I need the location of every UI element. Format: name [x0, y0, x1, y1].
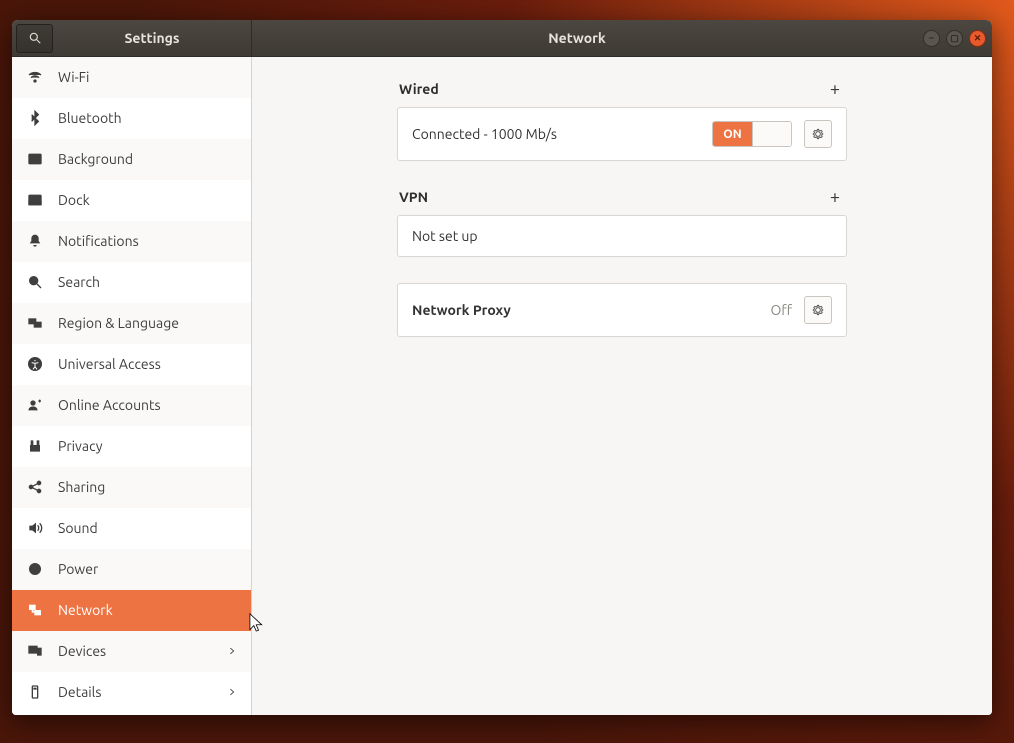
close-button[interactable]: ✕ — [969, 30, 986, 47]
maximize-button[interactable]: ▢ — [946, 30, 963, 47]
add-vpn-button[interactable]: + — [825, 187, 845, 207]
background-icon — [26, 151, 44, 167]
sidebar-item-notifications[interactable]: Notifications — [12, 221, 251, 262]
wired-status: Connected - 1000 Mb/s — [412, 126, 557, 142]
wired-settings-button[interactable] — [804, 120, 832, 148]
proxy-title: Network Proxy — [412, 302, 511, 318]
wired-row[interactable]: Connected - 1000 Mb/s ON — [398, 108, 846, 160]
sidebar-item-label: Region & Language — [58, 315, 179, 331]
vpn-status: Not set up — [412, 228, 478, 244]
bell-icon — [26, 233, 44, 249]
wired-section: Wired + Connected - 1000 Mb/s ON — [397, 79, 847, 161]
maximize-icon: ▢ — [950, 34, 959, 43]
search-button[interactable] — [16, 24, 53, 53]
devices-icon — [26, 643, 44, 659]
sidebar-item-label: Background — [58, 151, 133, 167]
minimize-icon: – — [929, 34, 934, 43]
wired-title: Wired — [399, 81, 439, 97]
wired-card: Connected - 1000 Mb/s ON — [397, 107, 847, 161]
window-body: Wi-Fi Bluetooth Background Dock Notifica… — [12, 57, 992, 715]
sidebar-item-region-language[interactable]: Region & Language — [12, 303, 251, 344]
chevron-right-icon — [227, 643, 237, 659]
proxy-card: Network Proxy Off — [397, 283, 847, 337]
wifi-icon — [26, 69, 44, 85]
sidebar-item-label: Universal Access — [58, 356, 161, 372]
sidebar-item-label: Online Accounts — [58, 397, 161, 413]
toggle-on-label: ON — [713, 122, 752, 146]
proxy-status: Off — [770, 302, 792, 318]
sidebar-item-online-accounts[interactable]: Online Accounts — [12, 385, 251, 426]
sidebar-item-label: Dock — [58, 192, 90, 208]
network-icon — [26, 602, 44, 618]
privacy-icon — [26, 438, 44, 454]
vpn-row[interactable]: Not set up — [398, 216, 846, 256]
proxy-settings-button[interactable] — [804, 296, 832, 324]
page-title: Network — [252, 30, 902, 46]
settings-window: Settings Network – ▢ ✕ Wi-Fi Bluetooth B… — [12, 20, 992, 715]
sidebar-item-label: Power — [58, 561, 98, 577]
sidebar-item-wifi[interactable]: Wi-Fi — [12, 57, 251, 98]
sidebar-item-search[interactable]: Search — [12, 262, 251, 303]
vpn-section: VPN + Not set up — [397, 187, 847, 257]
sidebar-item-label: Privacy — [58, 438, 102, 454]
sidebar-item-network[interactable]: Network — [12, 590, 251, 631]
details-icon — [26, 684, 44, 700]
sidebar-item-label: Wi-Fi — [58, 69, 89, 85]
titlebar: Settings Network – ▢ ✕ — [12, 20, 992, 57]
gear-icon — [811, 127, 825, 141]
proxy-section: Network Proxy Off — [397, 283, 847, 337]
sidebar-item-label: Bluetooth — [58, 110, 122, 126]
search-icon — [28, 31, 42, 45]
content-area: Wired + Connected - 1000 Mb/s ON — [252, 57, 992, 715]
wired-toggle[interactable]: ON — [712, 121, 792, 147]
sidebar-item-bluetooth[interactable]: Bluetooth — [12, 98, 251, 139]
region-icon — [26, 315, 44, 331]
vpn-title: VPN — [399, 189, 428, 205]
toggle-knob — [752, 122, 791, 146]
sharing-icon — [26, 479, 44, 495]
proxy-row[interactable]: Network Proxy Off — [398, 284, 846, 336]
sidebar-item-label: Devices — [58, 643, 106, 659]
sidebar-item-label: Search — [58, 274, 100, 290]
titlebar-left: Settings — [12, 20, 252, 56]
sidebar-item-details[interactable]: Details — [12, 672, 251, 713]
accounts-icon — [26, 397, 44, 413]
sidebar-item-background[interactable]: Background — [12, 139, 251, 180]
sidebar-item-label: Sharing — [58, 479, 105, 495]
sidebar-item-sound[interactable]: Sound — [12, 508, 251, 549]
power-icon — [26, 561, 44, 577]
sidebar-item-sharing[interactable]: Sharing — [12, 467, 251, 508]
sidebar-item-label: Details — [58, 684, 101, 700]
sidebar-item-label: Network — [58, 602, 113, 618]
sidebar-item-label: Notifications — [58, 233, 139, 249]
add-wired-button[interactable]: + — [825, 79, 845, 99]
gear-icon — [811, 303, 825, 317]
chevron-right-icon — [227, 684, 237, 700]
vpn-header: VPN + — [397, 187, 847, 215]
sidebar-item-label: Sound — [58, 520, 98, 536]
dock-icon — [26, 192, 44, 208]
close-icon: ✕ — [974, 34, 982, 43]
minimize-button[interactable]: – — [923, 30, 940, 47]
accessibility-icon — [26, 356, 44, 372]
search-icon — [26, 274, 44, 290]
sidebar-item-privacy[interactable]: Privacy — [12, 426, 251, 467]
sidebar-item-dock[interactable]: Dock — [12, 180, 251, 221]
bluetooth-icon — [26, 110, 44, 126]
vpn-card: Not set up — [397, 215, 847, 257]
sidebar-item-universal-access[interactable]: Universal Access — [12, 344, 251, 385]
settings-title: Settings — [53, 30, 251, 46]
sidebar-item-power[interactable]: Power — [12, 549, 251, 590]
sidebar-item-devices[interactable]: Devices — [12, 631, 251, 672]
sound-icon — [26, 520, 44, 536]
window-controls: – ▢ ✕ — [923, 20, 986, 56]
wired-header: Wired + — [397, 79, 847, 107]
sidebar: Wi-Fi Bluetooth Background Dock Notifica… — [12, 57, 252, 715]
